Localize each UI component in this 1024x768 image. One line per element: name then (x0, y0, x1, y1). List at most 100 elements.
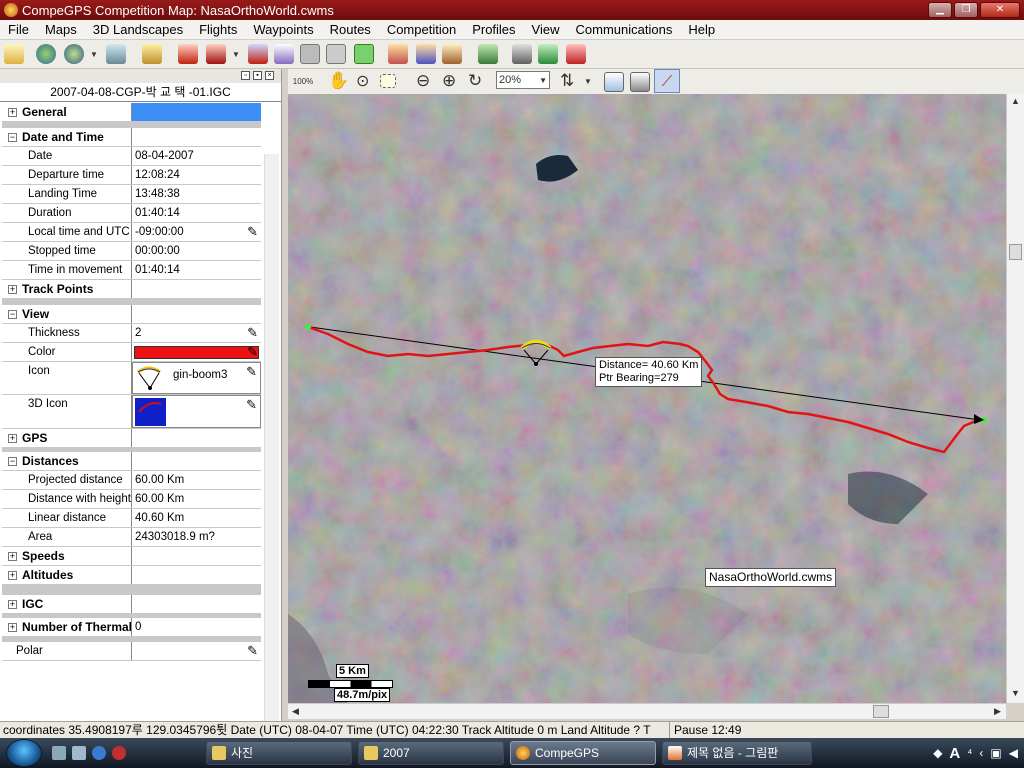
stop-button-icon[interactable] (300, 44, 320, 64)
expand-icon[interactable]: + (8, 434, 17, 443)
expand-icon[interactable]: + (8, 108, 17, 117)
collapse-icon[interactable]: − (8, 133, 17, 142)
globe-open-icon[interactable] (64, 44, 84, 64)
ime-icon[interactable]: A (949, 745, 960, 762)
menu-view[interactable]: View (524, 22, 568, 37)
zoom-100-button[interactable]: 100% (292, 70, 314, 92)
layers-icon[interactable] (604, 72, 624, 92)
pause-button-icon[interactable] (354, 44, 374, 64)
ime-mode-icon[interactable]: ⁴ (967, 746, 972, 760)
pilot-icon[interactable] (388, 44, 408, 64)
map-view[interactable]: Distance= 40.60 Km Ptr Bearing=279 NasaO… (288, 94, 1006, 703)
pencil-icon[interactable]: ✎ (247, 326, 258, 339)
magnify-region-icon[interactable]: ⊙ (356, 70, 369, 92)
dropdown-arrow-icon[interactable]: ▼ (90, 43, 98, 65)
color-swatch[interactable] (134, 346, 259, 359)
pencil-icon[interactable]: ✎ (246, 398, 257, 411)
section-date-time[interactable]: − Date and Time (2, 128, 261, 147)
expand-icon[interactable]: + (8, 600, 17, 609)
select-region-icon[interactable] (380, 74, 396, 88)
pencil-icon[interactable]: ✎ (246, 365, 257, 378)
pencil-icon[interactable]: ✎ (247, 345, 258, 358)
scroll-thumb[interactable] (873, 705, 889, 718)
section-view[interactable]: − View (2, 305, 261, 324)
pencil-icon[interactable]: ✎ (247, 644, 258, 657)
track-red-icon[interactable] (178, 44, 198, 64)
expand-icon[interactable]: + (8, 285, 17, 294)
dropdown-arrow-icon[interactable]: ▼ (584, 70, 592, 92)
section-general[interactable]: + General (2, 103, 261, 122)
magnet-icon[interactable] (566, 44, 586, 64)
task-photos[interactable]: 사진 (206, 741, 352, 765)
map-horizontal-scrollbar[interactable]: ◀ ▶ (288, 703, 1006, 719)
section-gps[interactable]: + GPS (2, 429, 261, 448)
measure-tool-button[interactable]: ⟋ (654, 69, 680, 93)
excel-icon[interactable] (538, 44, 558, 64)
scroll-up-icon[interactable]: ▲ (1011, 96, 1020, 106)
menu-help[interactable]: Help (680, 22, 723, 37)
zoom-level-select[interactable]: 20% ▼ (496, 71, 550, 89)
menu-competition[interactable]: Competition (379, 22, 464, 37)
minimize-button[interactable]: ▁ (928, 2, 952, 18)
globe-icon[interactable] (36, 44, 56, 64)
scroll-down-icon[interactable]: ▼ (1011, 688, 1020, 698)
close-button[interactable]: ✕ (980, 2, 1020, 18)
pane-restore-icon[interactable]: ▪ (253, 71, 262, 80)
start-button[interactable] (6, 739, 42, 767)
scroll-left-icon[interactable]: ◀ (292, 706, 299, 717)
menu-communications[interactable]: Communications (568, 22, 681, 37)
scroll-thumb[interactable] (1009, 244, 1022, 260)
task-2007[interactable]: 2007 (358, 741, 504, 765)
expand-icon[interactable]: + (8, 571, 17, 580)
zoom-refresh-icon[interactable]: ↻ (468, 70, 482, 92)
pilot-group-icon[interactable] (442, 44, 462, 64)
gps-icon[interactable] (512, 44, 532, 64)
expand-icon[interactable]: + (8, 623, 17, 632)
hand-pan-icon[interactable]: ✋ (328, 70, 349, 92)
menu-file[interactable]: File (0, 22, 37, 37)
section-track-points[interactable]: + Track Points (2, 280, 261, 299)
task-paint[interactable]: 제목 없음 - 그림판 (662, 741, 812, 765)
satellite-icon[interactable] (106, 44, 126, 64)
new-icon[interactable] (4, 44, 24, 64)
task-compegps[interactable]: CompeGPS (510, 741, 656, 765)
pane-close-icon[interactable]: × (265, 71, 274, 80)
volume-icon[interactable]: ◀ (1009, 746, 1018, 760)
profile-chart-icon[interactable] (274, 44, 294, 64)
tray-app-icon[interactable]: ◆ (933, 746, 942, 760)
zoom-in-icon[interactable]: ⊕ (442, 70, 456, 92)
maximize-button[interactable]: ❐ (954, 2, 978, 18)
explorer-icon[interactable] (72, 746, 86, 760)
menu-maps[interactable]: Maps (37, 22, 85, 37)
pane-minimize-icon[interactable]: ▫ (241, 71, 250, 80)
rotate-icon[interactable]: ⇅ (560, 70, 574, 92)
dropdown-arrow-icon[interactable]: ▼ (232, 43, 240, 65)
show-desktop-icon[interactable] (52, 746, 66, 760)
network-icon[interactable]: ▣ (990, 746, 1001, 760)
section-igc[interactable]: + IGC (2, 595, 261, 614)
pilots-icon[interactable] (416, 44, 436, 64)
open-flight-icon[interactable] (142, 44, 162, 64)
section-distances[interactable]: − Distances (2, 452, 261, 471)
zoom-out-icon[interactable]: ⊖ (416, 70, 430, 92)
menu-3d-landscapes[interactable]: 3D Landscapes (85, 22, 191, 37)
map-view-icon[interactable] (630, 72, 650, 92)
section-altitudes[interactable]: + Altitudes (2, 566, 261, 585)
media-icon[interactable] (112, 746, 126, 760)
collapse-icon[interactable]: − (8, 310, 17, 319)
map-vertical-scrollbar[interactable]: ▲ ▼ (1006, 94, 1024, 703)
pane-scrollbar[interactable] (264, 154, 279, 729)
collapse-icon[interactable]: − (8, 457, 17, 466)
section-thermals[interactable]: + Number of Thermal 0 (2, 618, 261, 637)
expand-icon[interactable]: + (8, 552, 17, 561)
menu-waypoints[interactable]: Waypoints (245, 22, 321, 37)
expand-tray-icon[interactable]: ‹ (979, 746, 983, 760)
play-button-icon[interactable] (326, 44, 346, 64)
menu-routes[interactable]: Routes (322, 22, 379, 37)
ie-icon[interactable] (92, 746, 106, 760)
menu-profiles[interactable]: Profiles (464, 22, 523, 37)
track-analyze-icon[interactable] (248, 44, 268, 64)
scroll-right-icon[interactable]: ▶ (994, 706, 1001, 717)
map-3d-icon[interactable] (478, 44, 498, 64)
menu-flights[interactable]: Flights (191, 22, 245, 37)
